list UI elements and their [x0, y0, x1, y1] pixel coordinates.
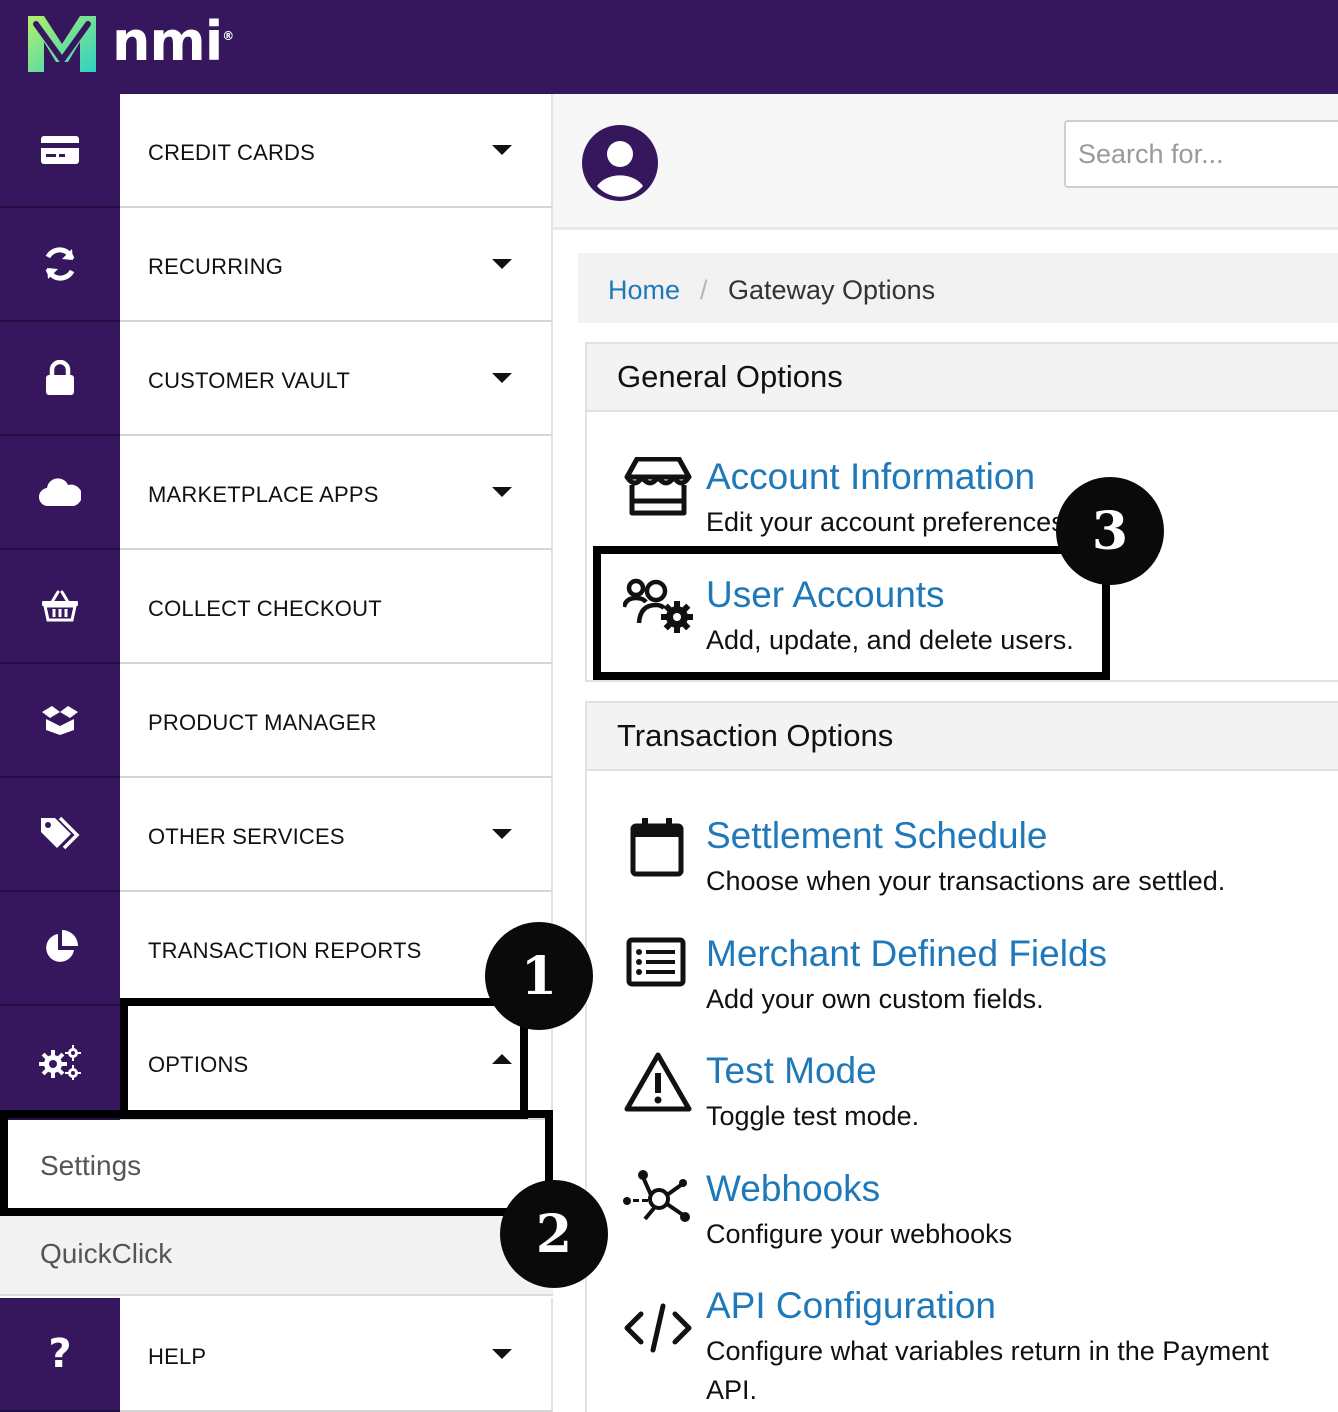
warning-icon [624, 1052, 692, 1112]
sidebar-item-label: RECURRING [148, 254, 284, 279]
sidebar-item-label: PRODUCT MANAGER [148, 710, 377, 735]
user-circle-icon[interactable] [581, 124, 659, 202]
code-icon [624, 1303, 692, 1353]
option-description: Configure your webhooks [706, 1219, 1013, 1249]
tags-icon [41, 816, 80, 850]
sidebar-item-transaction-reports[interactable]: TRANSACTION REPORTS [0, 892, 553, 1006]
store-icon [624, 457, 692, 516]
credit-card-icon [41, 136, 79, 164]
sidebar-item-options[interactable]: OPTIONS [0, 1006, 553, 1120]
card-title: General Options [617, 359, 843, 394]
card-header: Transaction Options [587, 703, 1338, 771]
option-title-link[interactable]: Account Information [706, 457, 1035, 497]
users-gear-icon [623, 578, 693, 633]
sidebar-item-recurring[interactable]: RECURRING [0, 208, 553, 322]
transaction-options-card: Transaction Options Settlement Schedule … [585, 701, 1338, 1412]
option-title-link[interactable]: Webhooks [706, 1169, 880, 1209]
sidebar-item-label: COLLECT CHECKOUT [148, 596, 382, 621]
sidebar-item-label: OTHER SERVICES [148, 824, 345, 849]
card-header: General Options [587, 344, 1338, 412]
breadcrumb: Home / Gateway Options [578, 253, 1338, 323]
sidebar-item-label: OPTIONS [148, 1052, 249, 1077]
option-title-link[interactable]: Test Mode [706, 1051, 877, 1091]
card-title: Transaction Options [617, 718, 894, 753]
sidebar-item-help[interactable]: ? HELP [0, 1298, 553, 1412]
brand-name: nmi® [112, 10, 234, 73]
sidebar-item-label: HELP [148, 1344, 207, 1369]
option-description: Choose when your transactions are settle… [706, 866, 1226, 896]
sidebar-item-collect-checkout[interactable]: COLLECT CHECKOUT [0, 550, 553, 664]
submenu-item-quickclick[interactable]: QuickClick [0, 1208, 553, 1296]
step-badge-3: 3 [1056, 477, 1164, 585]
sidebar-item-label: TRANSACTION REPORTS [148, 938, 422, 963]
breadcrumb-home-link[interactable]: Home [608, 275, 680, 305]
box-icon [42, 706, 78, 735]
main-header [553, 94, 1338, 230]
option-title-link[interactable]: Settlement Schedule [706, 816, 1047, 856]
calendar-icon [630, 818, 684, 877]
step-badge-1: 1 [485, 922, 593, 1030]
sidebar-item-label: MARKETPLACE APPS [148, 482, 379, 507]
sidebar-item-marketplace-apps[interactable]: MARKETPLACE APPS [0, 436, 553, 550]
cloud-icon [39, 478, 81, 507]
option-title-link[interactable]: API Configuration [706, 1286, 996, 1326]
option-description: Toggle test mode. [706, 1101, 920, 1131]
breadcrumb-current: Gateway Options [728, 275, 936, 305]
option-description: Add your own custom fields. [706, 984, 1044, 1014]
submenu-item-label: Settings [40, 1150, 142, 1181]
lock-icon [46, 360, 74, 395]
chevron-down-icon [492, 487, 512, 497]
sidebar: CREDIT CARDS RECURRING CUSTOMER VAULT MA… [0, 94, 553, 1412]
sidebar-item-label: CREDIT CARDS [148, 140, 316, 165]
search-input[interactable] [1064, 120, 1338, 188]
webhook-icon [623, 1170, 690, 1222]
top-bar: nmi® [0, 0, 1338, 94]
sidebar-item-label: CUSTOMER VAULT [148, 368, 351, 393]
question-icon: ? [48, 1331, 72, 1377]
chevron-down-icon [492, 1349, 512, 1359]
chevron-down-icon [492, 829, 512, 839]
option-title-link[interactable]: User Accounts [706, 575, 945, 615]
submenu-item-settings[interactable]: Settings [0, 1120, 553, 1208]
breadcrumb-separator: / [700, 275, 708, 305]
chevron-down-icon [492, 259, 512, 269]
step-badge-2: 2 [500, 1180, 608, 1288]
chevron-down-icon [492, 145, 512, 155]
chevron-up-icon [492, 1054, 512, 1064]
chevron-down-icon [492, 373, 512, 383]
option-title-link[interactable]: Merchant Defined Fields [706, 934, 1107, 974]
option-description: Edit your account preferences. [706, 507, 1073, 537]
sync-icon [45, 247, 75, 281]
list-icon [626, 937, 686, 987]
sidebar-item-customer-vault[interactable]: CUSTOMER VAULT [0, 322, 553, 436]
option-description: Add, update, and delete users. [706, 625, 1074, 655]
gears-icon [39, 1045, 81, 1080]
submenu-item-label: QuickClick [40, 1238, 173, 1269]
basket-icon [42, 590, 78, 622]
sidebar-item-credit-cards[interactable]: CREDIT CARDS [0, 94, 553, 208]
sidebar-item-other-services[interactable]: OTHER SERVICES [0, 778, 553, 892]
pie-chart-icon [46, 930, 78, 962]
general-options-card: General Options Account Information Edit… [585, 342, 1338, 682]
sidebar-item-product-manager[interactable]: PRODUCT MANAGER [0, 664, 553, 778]
option-description: Configure what variables return in the P… [706, 1336, 1269, 1405]
